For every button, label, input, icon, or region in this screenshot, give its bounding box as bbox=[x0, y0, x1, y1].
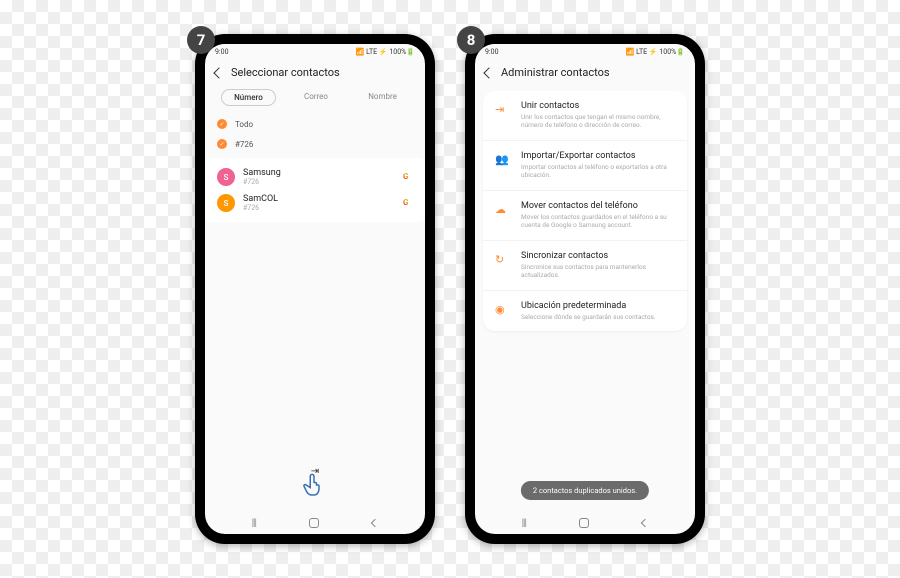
merge-icon[interactable]: ⇥ bbox=[311, 466, 319, 477]
navigation-bar: ||| bbox=[205, 512, 425, 534]
back-icon[interactable] bbox=[483, 67, 494, 78]
screen-right: 9:00 📶 LTE ⚡ 100%🔋 Administrar contactos… bbox=[475, 44, 695, 534]
item-move-contacts[interactable]: ☁ Mover contactos del teléfono Mover los… bbox=[483, 191, 687, 241]
contact-name: Samsung bbox=[243, 168, 395, 178]
app-header: Administrar contactos bbox=[475, 60, 695, 85]
tab-number[interactable]: Número bbox=[221, 89, 276, 106]
nav-recent-icon[interactable]: ||| bbox=[522, 518, 526, 529]
contact-name: SamCOL bbox=[243, 194, 395, 204]
people-icon: 👥 bbox=[495, 151, 509, 180]
step-badge-7: 7 bbox=[187, 26, 215, 54]
toast-message: 2 contactos duplicados unidos. bbox=[521, 481, 649, 500]
target-icon: ◉ bbox=[495, 301, 509, 321]
item-title: Mover contactos del teléfono bbox=[521, 201, 675, 211]
page-title: Administrar contactos bbox=[501, 66, 610, 79]
status-indicators: 📶 LTE ⚡ 100%🔋 bbox=[626, 48, 685, 56]
contact-card: S Samsung #726 S SamCOL #726 bbox=[205, 158, 425, 222]
tab-email[interactable]: Correo bbox=[292, 89, 340, 106]
filter-tabs: Número Correo Nombre bbox=[205, 85, 425, 114]
screen-left: 9:00 📶 LTE ⚡ 100%🔋 Seleccionar contactos… bbox=[205, 44, 425, 534]
item-sync-contacts[interactable]: ↻ Sincronizar contactos Sincronice sus c… bbox=[483, 241, 687, 291]
item-desc: Mover los contactos guardados en el telé… bbox=[521, 213, 675, 230]
nav-recent-icon[interactable]: ||| bbox=[252, 518, 256, 529]
checkbox-icon: ✓ bbox=[217, 139, 227, 149]
nav-back-icon[interactable] bbox=[371, 519, 379, 527]
avatar: S bbox=[217, 168, 235, 186]
item-title: Unir contactos bbox=[521, 101, 675, 111]
merge-icon: ⇥ bbox=[495, 101, 509, 130]
contact-sub: #726 bbox=[243, 204, 395, 212]
item-merge-contacts[interactable]: ⇥ Unir contactos Unir los contactos que … bbox=[483, 91, 687, 141]
nav-home-icon[interactable] bbox=[579, 518, 589, 528]
cloud-icon: ☁ bbox=[495, 201, 509, 230]
status-bar: 9:00 📶 LTE ⚡ 100%🔋 bbox=[205, 44, 425, 60]
google-icon bbox=[403, 172, 413, 182]
group-label: #726 bbox=[235, 140, 253, 149]
back-icon[interactable] bbox=[213, 67, 224, 78]
item-default-location[interactable]: ◉ Ubicación predeterminada Seleccione dó… bbox=[483, 291, 687, 331]
select-all-label: Todo bbox=[235, 120, 253, 129]
status-time: 9:00 bbox=[215, 48, 229, 56]
nav-back-icon[interactable] bbox=[641, 519, 649, 527]
tab-name[interactable]: Nombre bbox=[356, 89, 409, 106]
group-row[interactable]: ✓ #726 bbox=[205, 134, 425, 154]
contact-row[interactable]: S Samsung #726 bbox=[217, 164, 413, 190]
touch-indicator: ⇥ bbox=[299, 470, 331, 506]
settings-card: ⇥ Unir contactos Unir los contactos que … bbox=[483, 91, 687, 331]
avatar: S bbox=[217, 194, 235, 212]
item-title: Importar/Exportar contactos bbox=[521, 151, 675, 161]
contact-sub: #726 bbox=[243, 178, 395, 186]
google-icon bbox=[403, 198, 413, 208]
sync-icon: ↻ bbox=[495, 251, 509, 280]
item-title: Sincronizar contactos bbox=[521, 251, 675, 261]
contact-row[interactable]: S SamCOL #726 bbox=[217, 190, 413, 216]
item-desc: Sincronice sus contactos para mantenerlo… bbox=[521, 263, 675, 280]
item-import-export[interactable]: 👥 Importar/Exportar contactos Importar c… bbox=[483, 141, 687, 191]
phone-mockup-left: 7 9:00 📶 LTE ⚡ 100%🔋 Seleccionar contact… bbox=[195, 34, 435, 544]
item-title: Ubicación predeterminada bbox=[521, 301, 675, 311]
status-indicators: 📶 LTE ⚡ 100%🔋 bbox=[356, 48, 415, 56]
item-desc: Seleccione dónde se guardarán sus contac… bbox=[521, 313, 675, 321]
status-time: 9:00 bbox=[485, 48, 499, 56]
nav-home-icon[interactable] bbox=[309, 518, 319, 528]
item-desc: Unir los contactos que tengan el mismo n… bbox=[521, 113, 675, 130]
select-all-row[interactable]: ✓ Todo bbox=[205, 114, 425, 134]
checkbox-icon: ✓ bbox=[217, 119, 227, 129]
item-desc: Importar contactos al teléfono o exporta… bbox=[521, 163, 675, 180]
page-title: Seleccionar contactos bbox=[231, 66, 340, 79]
app-header: Seleccionar contactos bbox=[205, 60, 425, 85]
step-badge-8: 8 bbox=[457, 26, 485, 54]
phone-mockup-right: 8 9:00 📶 LTE ⚡ 100%🔋 Administrar contact… bbox=[465, 34, 705, 544]
navigation-bar: ||| bbox=[475, 512, 695, 534]
status-bar: 9:00 📶 LTE ⚡ 100%🔋 bbox=[475, 44, 695, 60]
